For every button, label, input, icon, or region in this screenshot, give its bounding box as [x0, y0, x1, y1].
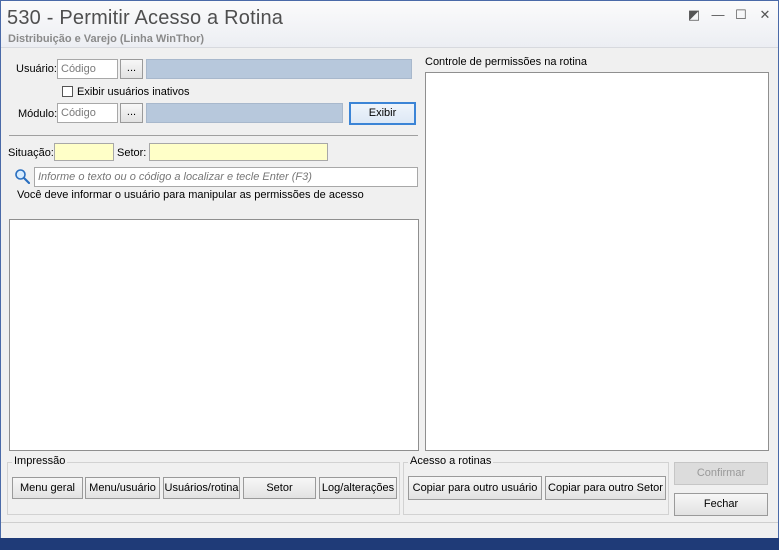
- menu-usuario-button[interactable]: Menu/usuário: [85, 477, 160, 499]
- copiar-setor-button[interactable]: Copiar para outro Setor: [545, 476, 666, 500]
- separator: [9, 135, 418, 136]
- modulo-label: Módulo:: [18, 108, 58, 120]
- usuario-name-field: [146, 59, 412, 79]
- modulo-lookup-button[interactable]: ...: [120, 103, 143, 123]
- minimize-icon[interactable]: —: [709, 7, 727, 23]
- exibir-inativos-label: Exibir usuários inativos: [77, 86, 190, 98]
- modulo-name-field: [146, 103, 343, 123]
- title-bar: 530 - Permitir Acesso a Rotina Distribui…: [1, 1, 778, 48]
- usuario-lookup-button[interactable]: ...: [120, 59, 143, 79]
- taskbar-strip: [0, 538, 779, 550]
- window-subtitle: Distribuição e Varejo (Linha WinThor): [8, 33, 205, 45]
- confirmar-button[interactable]: Confirmar: [674, 462, 768, 485]
- impressao-label: Impressão: [12, 455, 68, 467]
- restore-icon[interactable]: ◩: [685, 7, 703, 23]
- setor-label: Setor:: [117, 147, 147, 159]
- search-input[interactable]: Informe o texto ou o código a localizar …: [34, 167, 418, 187]
- fechar-button[interactable]: Fechar: [674, 493, 768, 516]
- usuario-code-input[interactable]: Código: [57, 59, 118, 79]
- exibir-inativos-checkbox[interactable]: [62, 86, 73, 97]
- acesso-label: Acesso a rotinas: [408, 455, 494, 467]
- close-icon[interactable]: ✕: [756, 7, 774, 23]
- setor-button[interactable]: Setor: [243, 477, 316, 499]
- situacao-label: Situação:: [8, 147, 54, 159]
- search-icon[interactable]: [14, 168, 30, 184]
- menu-geral-button[interactable]: Menu geral: [12, 477, 83, 499]
- users-list-panel[interactable]: [9, 219, 419, 451]
- permissions-panel[interactable]: [425, 72, 769, 451]
- info-message: Você deve informar o usuário para manipu…: [17, 189, 364, 201]
- main-window: 530 - Permitir Acesso a Rotina Distribui…: [0, 0, 779, 550]
- log-alteracoes-button[interactable]: Log/alterações: [319, 477, 397, 499]
- permissions-panel-label: Controle de permissões na rotina: [425, 56, 588, 68]
- usuarios-rotina-button[interactable]: Usuários/rotina: [163, 477, 240, 499]
- setor-input[interactable]: [149, 143, 328, 161]
- exibir-button[interactable]: Exibir: [349, 102, 416, 125]
- situacao-input[interactable]: [54, 143, 114, 161]
- window-title: 530 - Permitir Acesso a Rotina: [7, 7, 284, 29]
- modulo-code-input[interactable]: Código: [57, 103, 118, 123]
- copiar-usuario-button[interactable]: Copiar para outro usuário: [408, 476, 542, 500]
- maximize-icon[interactable]: ☐: [732, 7, 750, 23]
- usuario-label: Usuário:: [16, 63, 57, 75]
